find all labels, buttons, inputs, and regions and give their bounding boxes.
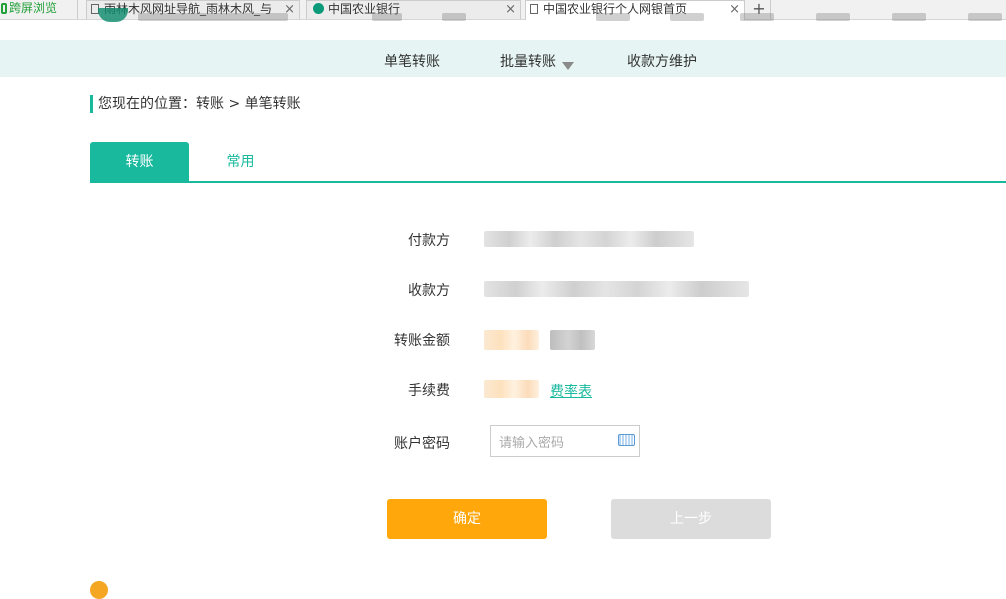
fee-rate-link[interactable]: 费率表 [550, 381, 592, 401]
password-field[interactable] [490, 425, 640, 458]
tab-transfer[interactable]: 转账 [90, 142, 189, 181]
payer-label: 付款方 [408, 233, 450, 249]
browser-tab-abc[interactable]: 中国农业银行 × [306, 0, 521, 19]
tabs-underline [90, 181, 1006, 183]
top-nav-fragment [372, 13, 402, 21]
amount-label: 转账金额 [394, 333, 450, 349]
caret-down-icon [562, 62, 574, 70]
top-nav-fragment [670, 13, 704, 21]
top-nav-fragment [596, 13, 630, 21]
browser-tab-cross-screen[interactable]: 跨屏浏览 [0, 0, 78, 19]
amount-value-masked [484, 330, 539, 350]
password-input[interactable] [491, 426, 617, 458]
top-nav-fragment [968, 13, 1002, 21]
top-nav-fragment [892, 13, 926, 21]
previous-step-button[interactable]: 上一步 [611, 499, 771, 539]
keyboard-icon[interactable] [618, 434, 635, 446]
amount-currency-masked [550, 330, 595, 350]
fee-label: 手续费 [408, 383, 450, 399]
breadcrumb: 您现在的位置：转账 > 单笔转账 [90, 95, 301, 113]
confirm-button[interactable]: 确定 [387, 499, 547, 539]
top-nav-fragment [816, 13, 850, 21]
payee-label: 收款方 [408, 283, 450, 299]
transfer-subnav: 单笔转账 批量转账 收款方维护 [0, 40, 1006, 77]
top-nav-fragment [442, 13, 466, 21]
subnav-single-transfer[interactable]: 单笔转账 [384, 51, 440, 71]
fee-value-masked [484, 380, 539, 398]
close-icon[interactable]: × [505, 1, 516, 18]
top-nav-fragment [138, 13, 288, 21]
password-label: 账户密码 [394, 436, 450, 452]
subnav-batch-transfer[interactable]: 批量转账 [500, 51, 574, 71]
abc-logo-icon [313, 3, 324, 14]
browser-tab-label: 跨屏浏览 [9, 1, 58, 15]
close-icon[interactable]: × [729, 1, 740, 18]
browser-tab-abc-personal[interactable]: 中国农业银行个人网银首页 × [525, 0, 745, 20]
top-nav-fragment [740, 13, 774, 21]
payer-value-masked [484, 231, 694, 247]
payee-value-masked [484, 281, 749, 297]
info-icon [90, 581, 108, 599]
subnav-label: 批量转账 [500, 54, 556, 70]
tab-frequent[interactable]: 常用 [191, 142, 290, 181]
subnav-payee-maintenance[interactable]: 收款方维护 [627, 51, 697, 71]
phone-icon [1, 3, 7, 14]
page-icon [530, 4, 538, 14]
